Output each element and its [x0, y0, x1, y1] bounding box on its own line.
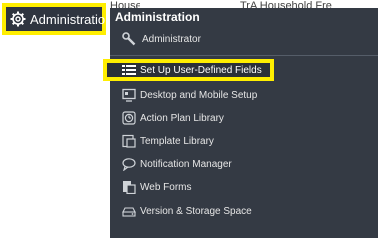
- menu-item-label: Version & Storage Space: [140, 205, 252, 217]
- administrator-label: Administrator: [142, 33, 201, 45]
- menu-item-label: Action Plan Library: [140, 112, 224, 124]
- gear-icon: [10, 11, 26, 27]
- menu-item-web-forms[interactable]: Web Forms: [122, 178, 192, 196]
- storage-icon: [122, 207, 136, 217]
- menu-item-label: Web Forms: [140, 181, 192, 193]
- administration-nav-button[interactable]: Administration: [2, 3, 112, 35]
- menu-item-label: Template Library: [140, 135, 214, 147]
- desktop-icon: [122, 88, 136, 102]
- wrench-icon: [122, 32, 136, 46]
- menu-item-action-plan-library[interactable]: Action Plan Library: [122, 109, 224, 127]
- speech-bubble-icon: [122, 158, 136, 171]
- administration-menu: Administration Administrator Set Up User…: [103, 8, 378, 238]
- menu-title: Administration: [115, 10, 200, 24]
- menu-item-label: Set Up User-Defined Fields: [140, 64, 262, 76]
- template-icon: [122, 134, 136, 148]
- menu-item-label: Desktop and Mobile Setup: [140, 89, 258, 101]
- list-icon: [122, 65, 136, 75]
- form-icon: [123, 181, 136, 194]
- menu-item-template-library[interactable]: Template Library: [122, 132, 214, 150]
- menu-divider: [110, 55, 378, 56]
- menu-item-version-storage-space[interactable]: Version & Storage Space: [122, 202, 252, 220]
- menu-item-desktop-and-mobile-setup[interactable]: Desktop and Mobile Setup: [122, 86, 257, 104]
- menu-item-label: Notification Manager: [140, 158, 232, 170]
- nav-label: Administration: [30, 11, 113, 27]
- nav-background: [0, 0, 112, 238]
- administrator-item[interactable]: Administrator: [122, 30, 201, 48]
- menu-item-set-up-user-defined-fields[interactable]: Set Up User-Defined Fields: [122, 61, 262, 79]
- menu-item-notification-manager[interactable]: Notification Manager: [122, 155, 232, 173]
- clock-icon: [122, 111, 136, 125]
